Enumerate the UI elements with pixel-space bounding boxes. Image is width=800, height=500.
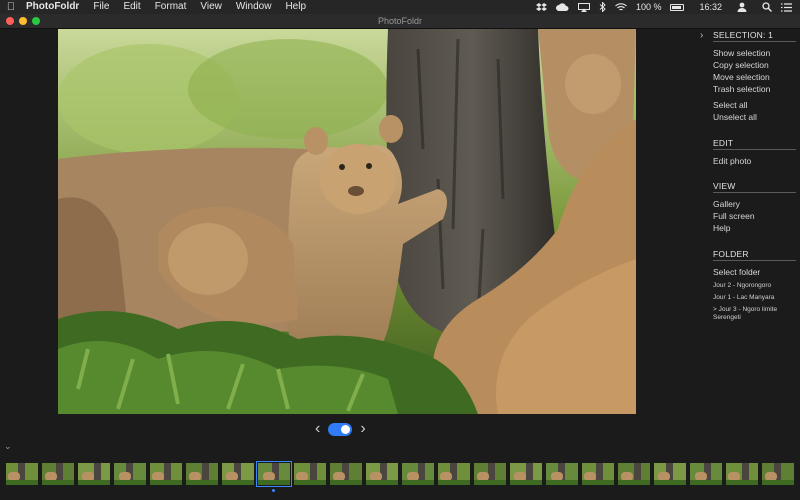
dropbox-icon[interactable] <box>535 2 547 12</box>
thumbnail-grass <box>690 480 722 485</box>
thumbnail-grass <box>258 480 290 485</box>
thumbnail[interactable] <box>330 463 362 485</box>
thumbnail[interactable] <box>438 463 470 485</box>
thumbnail-grass <box>114 480 146 485</box>
selected-indicator-dot <box>272 489 275 492</box>
select-all-button[interactable]: Select all <box>713 100 748 110</box>
chevron-down-icon[interactable]: ⌄ <box>4 441 12 452</box>
filmstrip <box>0 461 800 492</box>
photo-lion-cubs-image <box>58 29 636 414</box>
folder-item[interactable]: Jour 2 - Ngorongoro <box>713 282 797 290</box>
status-area: 100 % 16:32 <box>535 0 792 14</box>
thumbnail[interactable] <box>222 463 254 485</box>
thumbnail-grass <box>78 480 110 485</box>
selection-heading: SELECTION: 1 <box>713 30 796 42</box>
view-heading: VIEW <box>713 181 796 193</box>
thumbnail[interactable] <box>690 463 722 485</box>
thumbnail-selected[interactable] <box>256 461 292 487</box>
cloud-icon[interactable] <box>555 2 569 12</box>
thumbnail-grass <box>366 480 398 485</box>
menu-view[interactable]: View <box>193 0 229 14</box>
menu-file[interactable]: File <box>86 0 116 14</box>
thumbnail[interactable] <box>294 463 326 485</box>
thumbnail-grass <box>402 480 434 485</box>
toggle-knob <box>341 424 351 434</box>
edit-heading: EDIT <box>713 138 796 150</box>
thumbnail-grass <box>222 480 254 485</box>
thumbnail[interactable] <box>402 463 434 485</box>
edit-photo-button[interactable]: Edit photo <box>713 156 751 166</box>
thumbnail[interactable] <box>762 463 794 485</box>
thumbnail[interactable] <box>42 463 74 485</box>
thumbnail-grass <box>582 480 614 485</box>
select-folder-button[interactable]: Select folder <box>713 267 760 277</box>
battery-percent: 100 % <box>635 2 662 12</box>
thumbnail[interactable] <box>510 463 542 485</box>
thumbnail[interactable] <box>726 463 758 485</box>
move-selection-button[interactable]: Move selection <box>713 72 770 82</box>
thumbnail[interactable] <box>150 463 182 485</box>
window-title: PhotoFoldr <box>377 16 423 26</box>
thumbnail[interactable] <box>474 463 506 485</box>
gallery-button[interactable]: Gallery <box>713 199 740 209</box>
thumbnail-grass <box>726 480 758 485</box>
thumbnail-grass <box>6 480 38 485</box>
thumbnail[interactable] <box>654 463 686 485</box>
folder-item-current[interactable]: > Jour 3 - Ngoro limite Serengeti <box>713 306 797 322</box>
menu-format[interactable]: Format <box>148 0 194 14</box>
help-button[interactable]: Help <box>713 223 730 233</box>
unselect-all-button[interactable]: Unselect all <box>713 112 757 122</box>
thumbnail[interactable] <box>366 463 398 485</box>
list-icon[interactable] <box>781 2 792 12</box>
menu-bar:  PhotoFoldr File Edit Format View Windo… <box>0 0 800 14</box>
menu-help[interactable]: Help <box>278 0 313 14</box>
airplay-icon[interactable] <box>577 2 590 12</box>
thumbnail[interactable] <box>114 463 146 485</box>
apple-icon[interactable]:  <box>0 1 22 13</box>
menu-window[interactable]: Window <box>229 0 279 14</box>
copy-selection-button[interactable]: Copy selection <box>713 60 769 70</box>
thumbnail[interactable] <box>546 463 578 485</box>
menu-app-name[interactable]: PhotoFoldr <box>22 0 86 14</box>
thumbnail-grass <box>42 480 74 485</box>
thumbnail-grass <box>438 480 470 485</box>
search-icon[interactable] <box>762 2 772 12</box>
thumbnail-grass <box>618 480 650 485</box>
thumbnail-grass <box>294 480 326 485</box>
main-photo[interactable] <box>58 29 636 414</box>
thumbnail[interactable] <box>582 463 614 485</box>
photo-pager: ‹ › <box>315 421 366 437</box>
next-photo-button[interactable]: › <box>360 421 365 437</box>
trash-selection-button[interactable]: Trash selection <box>713 84 770 94</box>
thumbnail-grass <box>474 480 506 485</box>
full-screen-button[interactable]: Full screen <box>713 211 755 221</box>
show-selection-button[interactable]: Show selection <box>713 48 770 58</box>
thumbnail-grass <box>546 480 578 485</box>
window-title-bar: PhotoFoldr <box>0 14 800 29</box>
thumbnail[interactable] <box>186 463 218 485</box>
thumbnail[interactable] <box>618 463 650 485</box>
thumbnail-grass <box>150 480 182 485</box>
thumbnail[interactable] <box>6 463 38 485</box>
menu-edit[interactable]: Edit <box>116 0 147 14</box>
toggle-switch[interactable] <box>328 422 353 436</box>
user-icon[interactable] <box>737 2 747 12</box>
side-panel: › SELECTION: 1 Show selection Copy selec… <box>700 29 800 449</box>
clock[interactable]: 16:32 <box>699 2 722 12</box>
thumbnail-grass <box>330 480 362 485</box>
thumbnail-grass <box>762 480 794 485</box>
wifi-icon[interactable] <box>615 2 627 12</box>
main-content: ‹ › › SELECTION: 1 Show selection Copy s… <box>0 29 800 500</box>
chevron-right-icon[interactable]: › <box>700 30 703 41</box>
battery-icon[interactable] <box>670 3 685 11</box>
thumbnail[interactable] <box>78 463 110 485</box>
thumbnail-grass <box>654 480 686 485</box>
previous-photo-button[interactable]: ‹ <box>315 421 320 437</box>
bluetooth-icon[interactable] <box>599 2 606 12</box>
thumbnail-grass <box>510 480 542 485</box>
folder-item[interactable]: Jour 1 - Lac Manyara <box>713 294 797 302</box>
thumbnail-grass <box>186 480 218 485</box>
folder-heading: FOLDER <box>713 249 796 261</box>
